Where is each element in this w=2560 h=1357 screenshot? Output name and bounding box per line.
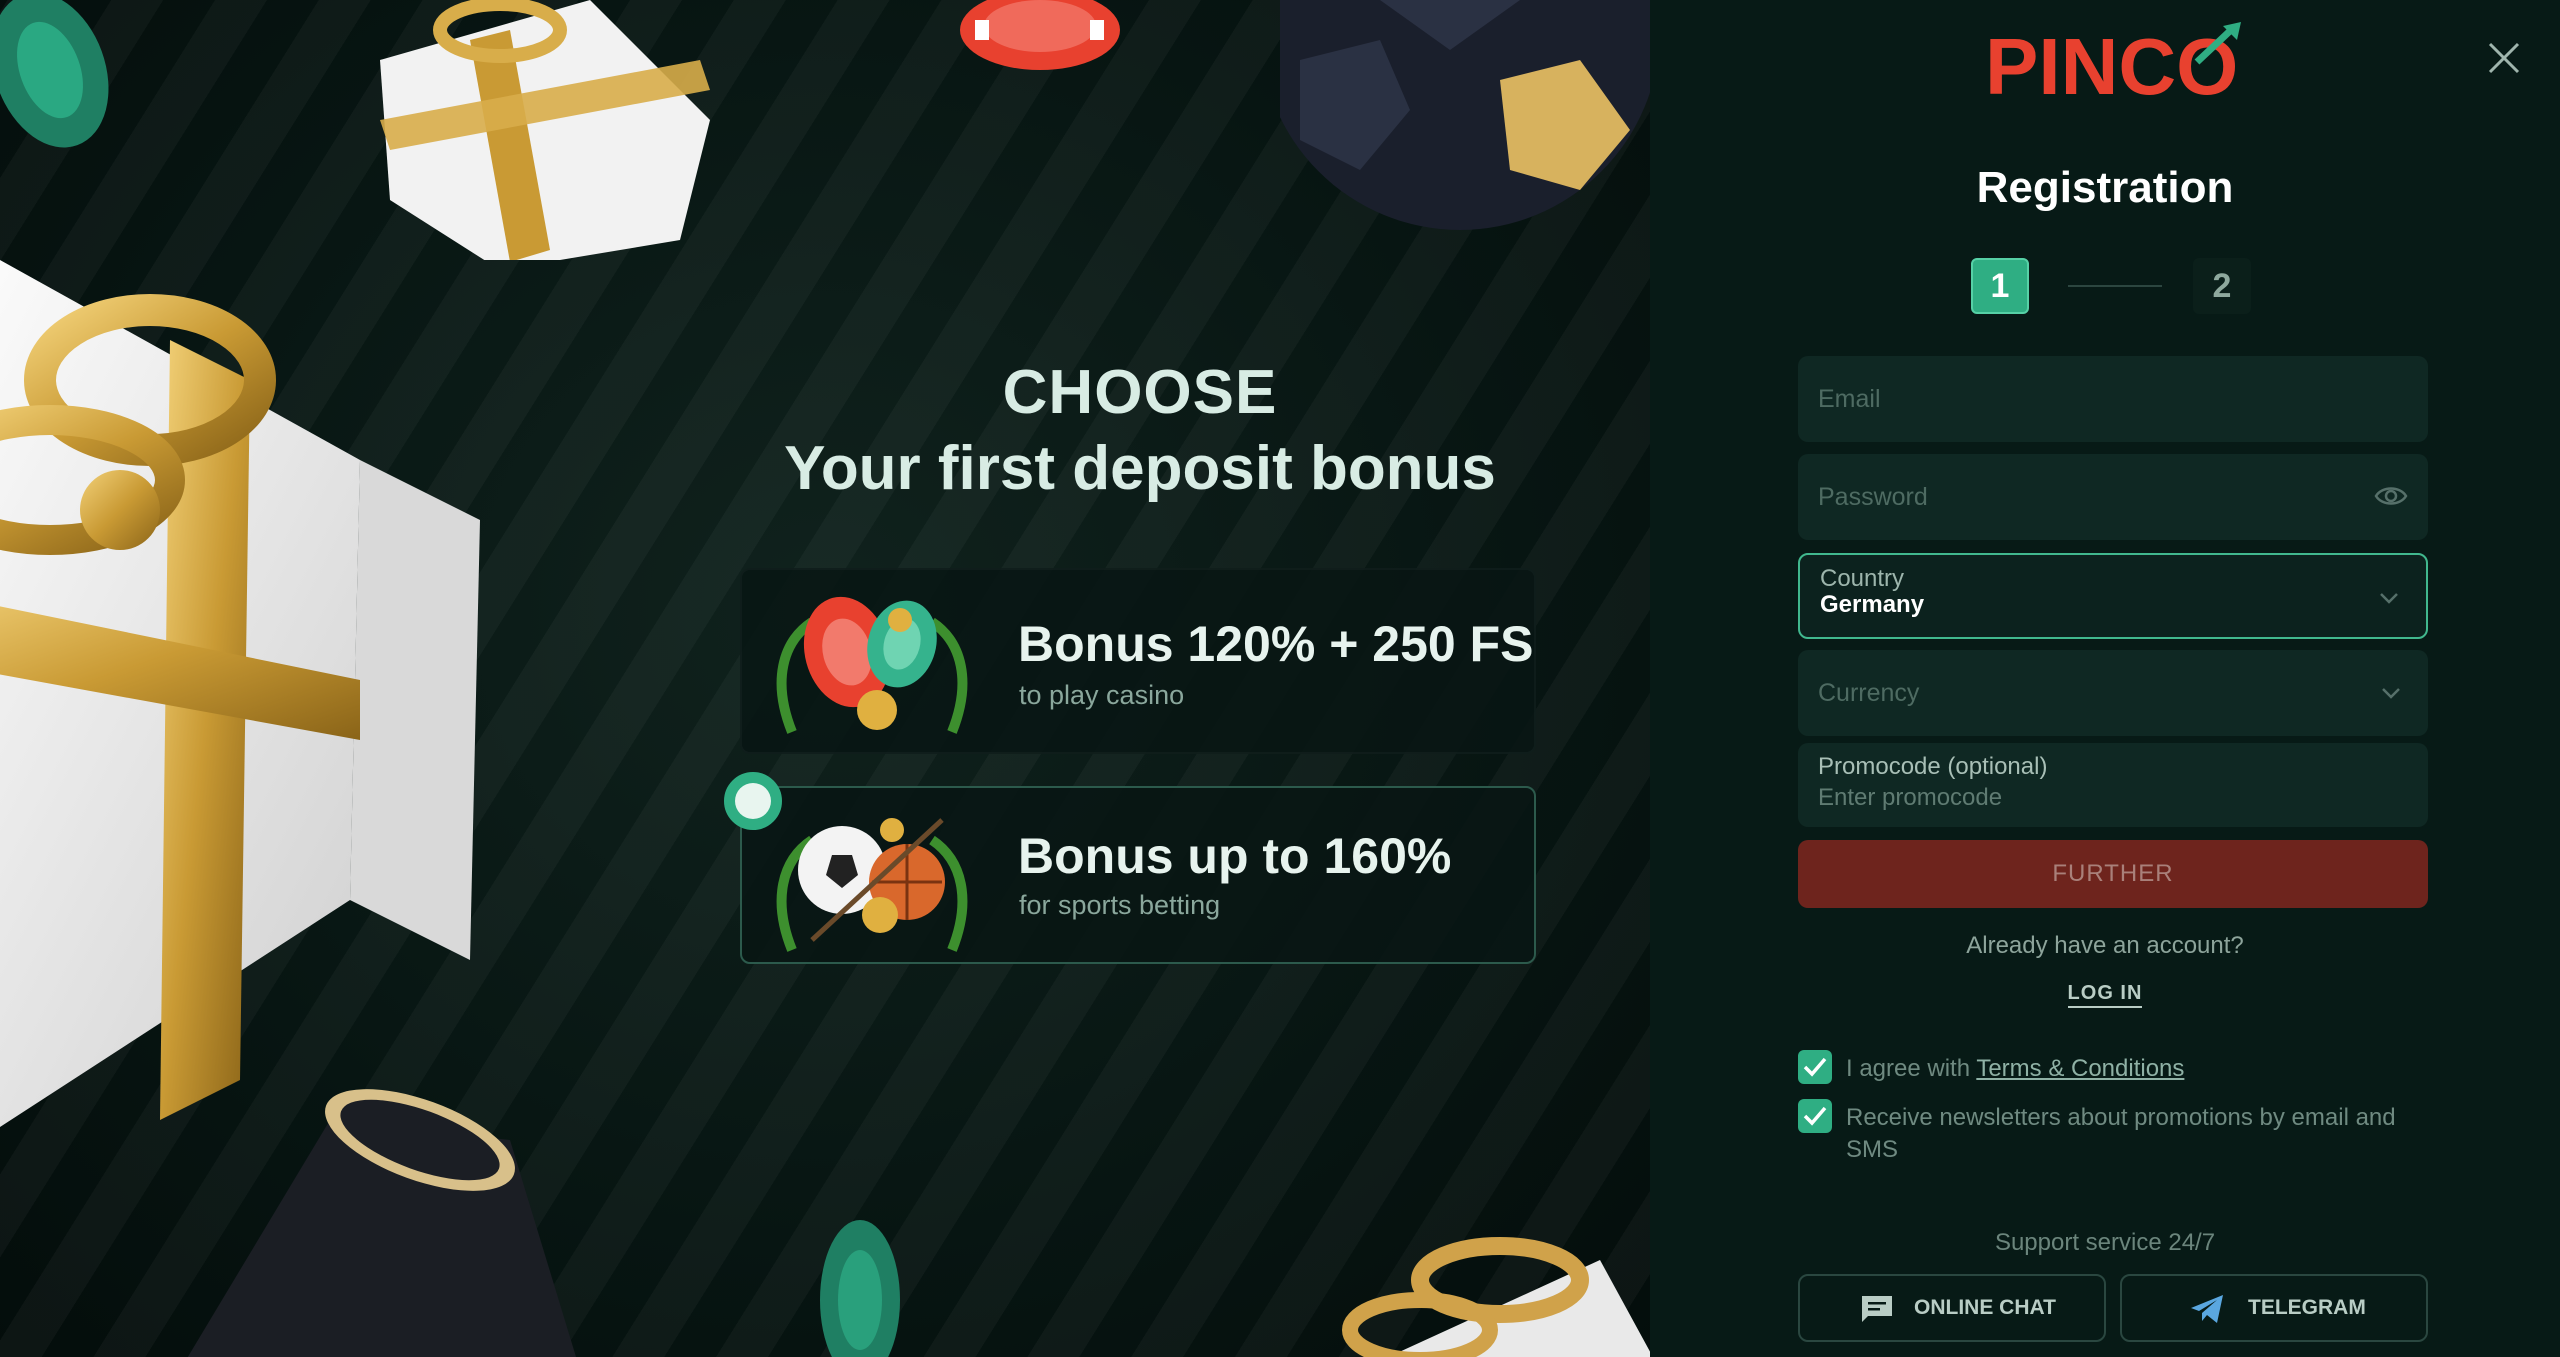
gift-box-image: [0, 260, 480, 1128]
registration-panel: PINCO Registration 1 2 Email Password Co…: [1650, 0, 2560, 1357]
country-value: Germany: [1820, 591, 1925, 618]
telegram-icon: [2191, 1295, 2223, 1323]
step-2-indicator: 2: [2193, 258, 2251, 314]
chevron-down-icon: [2380, 593, 2398, 604]
telegram-label: TELEGRAM: [2248, 1296, 2366, 1319]
terms-prefix: I agree with: [1846, 1055, 1977, 1082]
poker-chip-image: [960, 0, 1120, 70]
email-placeholder: Email: [1818, 385, 1881, 413]
chevron-down-icon: [2382, 688, 2400, 699]
have-account-text: Already have an account?: [1966, 932, 2244, 959]
gift-box-small-image: [380, 0, 710, 260]
eye-icon[interactable]: [2374, 481, 2408, 511]
step-1-indicator: 1: [1971, 258, 2029, 314]
password-placeholder: Password: [1818, 483, 1928, 511]
gift-box-bottom-image: [1342, 1237, 1650, 1357]
promo-title-line1: CHOOSE: [1002, 358, 1278, 427]
step-connector: [2068, 285, 2162, 287]
promocode-label: Promocode (optional): [1818, 753, 2048, 780]
chat-icon: [1862, 1296, 1892, 1322]
further-button[interactable]: FURTHER: [1798, 840, 2428, 908]
bonus-subtitle: for sports betting: [1019, 890, 1221, 920]
password-field[interactable]: Password: [1798, 454, 2428, 540]
online-chat-label: ONLINE CHAT: [1914, 1296, 2056, 1319]
promocode-placeholder: Enter promocode: [1818, 784, 2003, 811]
bonus-subtitle: to play casino: [1019, 680, 1185, 710]
newsletter-text: Receive newsletters about promotions by …: [1846, 1104, 2396, 1163]
check-icon: [1803, 1106, 1827, 1126]
check-icon: [1803, 1057, 1827, 1077]
soccer-ball-image: [1280, 0, 1650, 230]
currency-select[interactable]: Currency: [1798, 650, 2428, 736]
registration-title: Registration: [1976, 163, 2234, 212]
sports-balls-icon: [776, 818, 968, 952]
promo-title-line2: Your first deposit bonus: [784, 434, 1496, 503]
close-icon[interactable]: [2484, 38, 2524, 78]
casino-chips-icon: [776, 596, 968, 734]
login-row: LOG IN: [1650, 978, 2560, 1008]
poker-chip-bottom-image: [820, 1220, 900, 1357]
online-chat-button[interactable]: ONLINE CHAT: [1798, 1274, 2106, 1342]
newsletter-checkbox[interactable]: [1798, 1099, 1832, 1133]
currency-placeholder: Currency: [1818, 679, 1920, 707]
promo-panel: CHOOSE Your first deposit bonus Bonus 12…: [0, 0, 1650, 1357]
pinco-logo: PINCO: [1985, 22, 2241, 104]
bonus-card-sports[interactable]: Bonus up to 160% for sports betting: [740, 786, 1536, 964]
email-field[interactable]: Email: [1798, 356, 2428, 442]
support-text: Support service 24/7: [1994, 1229, 2216, 1256]
telegram-button[interactable]: TELEGRAM: [2120, 1274, 2428, 1342]
promocode-field[interactable]: Promocode (optional) Enter promocode: [1798, 743, 2428, 827]
bonus-card-casino[interactable]: Bonus 120% + 250 FS to play casino: [740, 568, 1536, 754]
bonus-title: Bonus up to 160%: [1018, 828, 1452, 884]
bonus-title: Bonus 120% + 250 FS: [1018, 616, 1534, 672]
country-select[interactable]: Country Germany: [1798, 553, 2428, 639]
terms-link[interactable]: Terms & Conditions: [1976, 1055, 2184, 1082]
poker-chip-green-image: [0, 0, 109, 148]
promo-title: CHOOSE Your first deposit bonus: [700, 355, 1580, 507]
terms-text: I agree with Terms & Conditions: [1846, 1053, 2428, 1085]
terms-checkbox[interactable]: [1798, 1050, 1832, 1084]
login-link[interactable]: LOG IN: [2067, 982, 2143, 1008]
bonus-selected-radio[interactable]: [724, 772, 782, 830]
country-label: Country: [1820, 565, 1905, 592]
trophy-cup-image: [187, 1089, 577, 1357]
